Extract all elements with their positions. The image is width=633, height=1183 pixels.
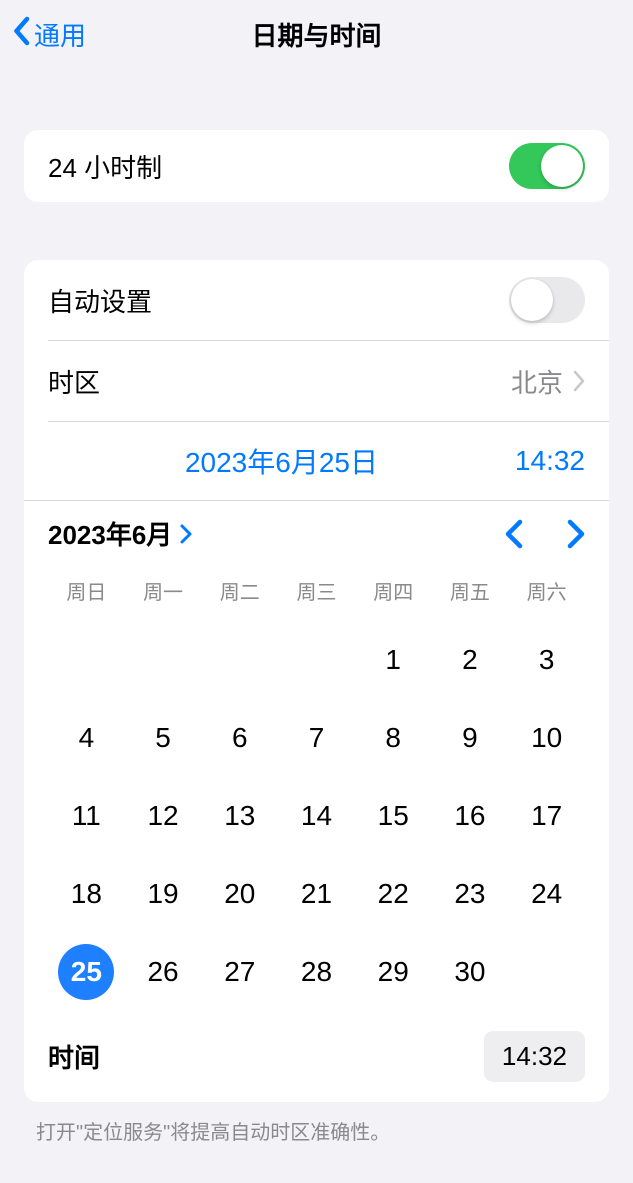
calendar-day[interactable]: 21 [278,855,355,933]
back-label: 通用 [34,16,86,53]
selected-time[interactable]: 14:32 [515,445,585,477]
weekday-label: 周六 [508,572,585,609]
calendar-day[interactable]: 5 [125,699,202,777]
calendar-day[interactable]: 29 [355,933,432,1011]
time-label: 时间 [48,1038,100,1075]
label-auto-set: 自动设置 [48,282,152,319]
calendar-blank [125,621,202,699]
calendar-day[interactable]: 25 [48,933,125,1011]
switch-knob [511,279,553,321]
group-24hour: 24 小时制 [24,130,609,202]
chevron-right-icon [180,524,192,544]
switch-24hour[interactable] [509,143,585,189]
month-picker-button[interactable]: 2023年6月 [48,515,192,552]
chevron-left-icon [12,16,30,53]
calendar-day[interactable]: 10 [508,699,585,777]
switch-knob [541,145,583,187]
switch-auto-set[interactable] [509,277,585,323]
weekday-label: 周日 [48,572,125,609]
calendar-day[interactable]: 1 [355,621,432,699]
back-button[interactable]: 通用 [12,16,86,53]
calendar-day[interactable]: 30 [432,933,509,1011]
footer-note: 打开"定位服务"将提高自动时区准确性。 [36,1116,597,1145]
weekday-label: 周一 [125,572,202,609]
calendar-day[interactable]: 12 [125,777,202,855]
calendar-day[interactable]: 20 [201,855,278,933]
next-month-button[interactable] [567,519,585,549]
calendar-day[interactable]: 13 [201,777,278,855]
row-timezone[interactable]: 时区 北京 [24,341,609,421]
calendar-day[interactable]: 6 [201,699,278,777]
calendar-day[interactable]: 19 [125,855,202,933]
label-24hour: 24 小时制 [48,148,162,185]
calendar-day[interactable]: 17 [508,777,585,855]
month-label: 2023年6月 [48,515,172,552]
calendar-day[interactable]: 26 [125,933,202,1011]
calendar-day[interactable]: 9 [432,699,509,777]
weekday-label: 周二 [201,572,278,609]
calendar-blank [201,621,278,699]
page-title: 日期与时间 [0,16,633,53]
calendar-day[interactable]: 23 [432,855,509,933]
calendar-day[interactable]: 7 [278,699,355,777]
calendar-day[interactable]: 27 [201,933,278,1011]
calendar-day[interactable]: 22 [355,855,432,933]
calendar-day[interactable]: 11 [48,777,125,855]
calendar-day[interactable]: 4 [48,699,125,777]
calendar-day[interactable]: 28 [278,933,355,1011]
calendar-day[interactable]: 24 [508,855,585,933]
time-picker-button[interactable]: 14:32 [484,1031,585,1082]
calendar-blank [48,621,125,699]
calendar-day[interactable]: 2 [432,621,509,699]
weekday-label: 周五 [432,572,509,609]
calendar-blank [278,621,355,699]
calendar-day[interactable]: 3 [508,621,585,699]
calendar-day[interactable]: 14 [278,777,355,855]
weekday-label: 周三 [278,572,355,609]
calendar-day[interactable]: 8 [355,699,432,777]
prev-month-button[interactable] [505,519,523,549]
label-timezone: 时区 [48,363,100,400]
weekday-label: 周四 [355,572,432,609]
chevron-right-icon [573,370,585,392]
value-timezone: 北京 [511,363,563,400]
selected-date[interactable]: 2023年6月25日 [48,441,515,481]
calendar-day[interactable]: 16 [432,777,509,855]
calendar-day[interactable]: 15 [355,777,432,855]
calendar-day[interactable]: 18 [48,855,125,933]
group-datetime: 自动设置 时区 北京 2023年6月25日 14:32 2023年6月 [24,260,609,1102]
